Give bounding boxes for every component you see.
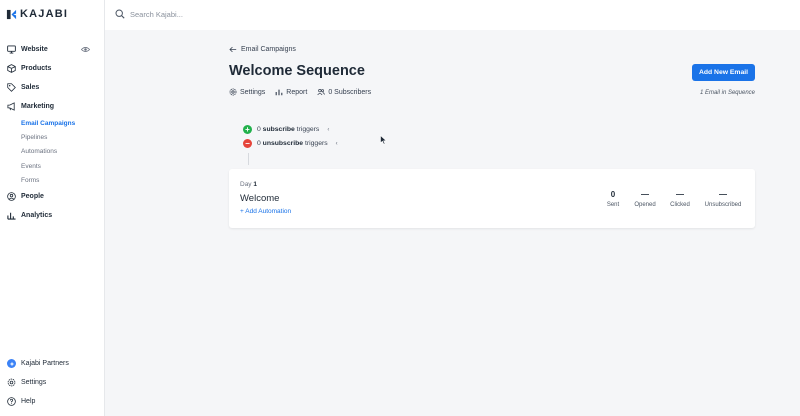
sidebar-item-website[interactable]: Website: [0, 40, 105, 59]
sidebar-bottom: Kajabi Partners Settings Help: [0, 354, 105, 411]
search-icon: [115, 9, 125, 19]
subscribe-triggers[interactable]: + 0 subscribe triggers ‹: [243, 125, 329, 134]
subscribers-link-label: 0 Subscribers: [328, 88, 372, 96]
mouse-cursor-icon: [380, 135, 388, 145]
box-icon: [7, 64, 16, 73]
trigger-text: 0 subscribe triggers: [257, 126, 320, 133]
sequence-connector: [248, 153, 249, 165]
kajabi-logo[interactable]: KAJABI: [6, 8, 68, 20]
minus-circle-icon: −: [243, 139, 252, 148]
sidebar-item-marketing[interactable]: Marketing: [0, 97, 105, 116]
sidebar-item-kajabi-partners[interactable]: Kajabi Partners: [0, 354, 105, 373]
person-icon: [7, 192, 16, 202]
help-icon: [7, 397, 16, 406]
sequence-subnav: Settings Report 0 Subscribers: [229, 88, 371, 96]
gear-icon: [7, 378, 16, 387]
sidebar-item-settings[interactable]: Settings: [0, 373, 105, 392]
trigger-text: 0 unsubscribe triggers: [257, 140, 328, 147]
sidebar-item-label: Help: [21, 398, 36, 405]
sidebar-item-people[interactable]: People: [0, 187, 105, 206]
report-link[interactable]: Report: [275, 88, 307, 96]
chevron-left-icon: ‹: [335, 140, 338, 147]
plus-circle-icon: +: [243, 125, 252, 134]
sidebar-item-help[interactable]: Help: [0, 392, 105, 411]
sidebar-item-label: Sales: [21, 84, 40, 91]
tag-icon: [7, 83, 16, 92]
back-link-label: Email Campaigns: [241, 46, 296, 53]
sidebar: KAJABI Website Products Sales Marketing …: [0, 0, 105, 416]
sidebar-item-label: Analytics: [21, 212, 53, 220]
stat-unsubscribed: — Unsubscribed: [704, 190, 742, 208]
subscribers-link[interactable]: 0 Subscribers: [317, 88, 371, 96]
top-bar: [105, 0, 800, 30]
settings-link-label: Settings: [240, 88, 266, 96]
megaphone-icon: [7, 102, 15, 111]
sidebar-sub-events[interactable]: Events: [0, 159, 105, 173]
sidebar-item-label: Kajabi Partners: [21, 360, 69, 367]
sidebar-item-products[interactable]: Products: [0, 59, 105, 78]
day-label: Day 1: [240, 181, 257, 188]
arrow-left-icon: [229, 46, 237, 53]
bar-chart-icon: [7, 213, 16, 221]
monitor-icon: [7, 45, 16, 54]
sidebar-sub-forms[interactable]: Forms: [0, 173, 105, 187]
email-card[interactable]: Day 1 Welcome + Add Automation 0 Sent — …: [229, 169, 755, 228]
back-link[interactable]: Email Campaigns: [229, 46, 296, 53]
sidebar-sub-automations[interactable]: Automations: [0, 145, 105, 159]
sidebar-item-label: Marketing: [21, 103, 55, 110]
report-link-label: Report: [286, 88, 308, 96]
sequence-count: 1 Email in Sequence: [699, 90, 755, 96]
sidebar-item-analytics[interactable]: Analytics: [0, 206, 105, 225]
add-new-email-button[interactable]: Add New Email: [692, 64, 755, 81]
people-icon: [317, 88, 326, 96]
brand-name: KAJABI: [20, 8, 69, 20]
search-bar: [115, 9, 330, 19]
partner-icon: [7, 359, 16, 368]
eye-icon[interactable]: [81, 45, 90, 54]
settings-link[interactable]: Settings: [229, 88, 265, 96]
sidebar-item-sales[interactable]: Sales: [0, 78, 105, 97]
sidebar-item-label: Products: [21, 65, 52, 72]
page-title: Welcome Sequence: [229, 63, 365, 79]
add-automation-link[interactable]: + Add Automation: [240, 208, 291, 215]
chevron-left-icon: ‹: [327, 126, 330, 133]
kajabi-logo-icon: [6, 9, 17, 19]
sidebar-item-label: Website: [21, 46, 48, 53]
sidebar-item-label: People: [21, 193, 44, 201]
search-input[interactable]: [130, 9, 330, 19]
sidebar-sub-pipelines[interactable]: Pipelines: [0, 130, 105, 144]
sidebar-sub-email-campaigns[interactable]: Email Campaigns: [0, 116, 105, 130]
bar-chart-icon: [275, 89, 283, 96]
unsubscribe-triggers[interactable]: − 0 unsubscribe triggers ‹: [243, 139, 338, 148]
sidebar-item-label: Settings: [21, 379, 47, 386]
email-name: Welcome: [240, 193, 280, 204]
main-nav: Website Products Sales Marketing Email C…: [0, 40, 105, 225]
gear-icon: [229, 88, 237, 96]
